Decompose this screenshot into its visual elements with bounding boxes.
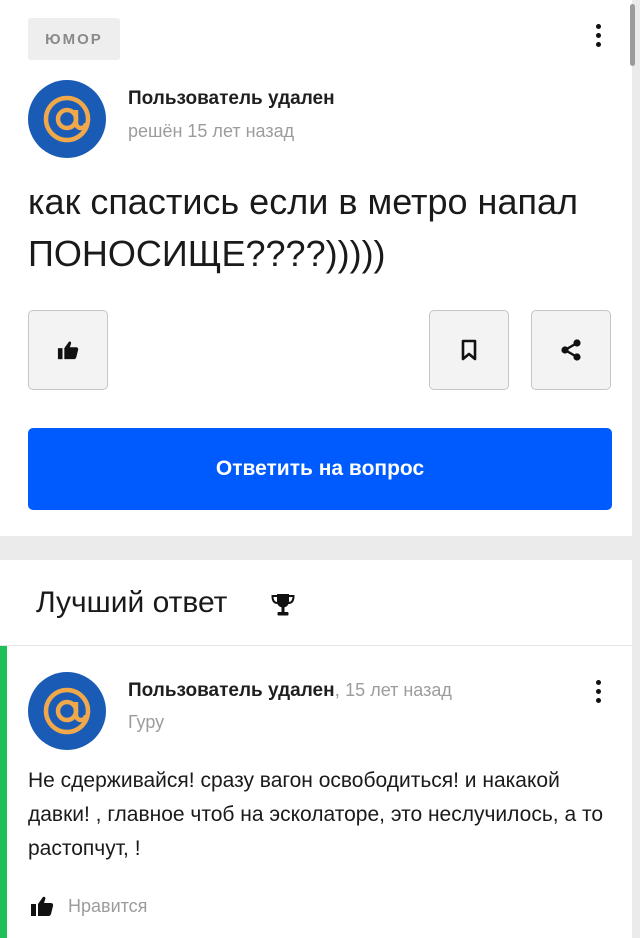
kebab-menu-icon[interactable]	[588, 20, 608, 50]
question-status: решён 15 лет назад	[128, 121, 295, 141]
best-answer-title: Лучший ответ	[36, 586, 228, 619]
share-icon	[561, 339, 581, 361]
answer-author-avatar[interactable]	[28, 672, 106, 750]
answer-time: 15 лет назад	[345, 680, 452, 700]
question-text: как спастись если в метро напал ПОНОСИЩЕ…	[28, 181, 578, 274]
answer-author-rank: Гуру	[128, 712, 165, 732]
like-label: Нравится	[68, 895, 148, 916]
at-icon	[43, 95, 91, 143]
question-card: ЮМОР Пользователь удален решён 15 лет на…	[0, 0, 632, 536]
trophy-icon	[271, 594, 295, 616]
bookmark-icon	[461, 339, 477, 361]
thumbs-up-icon	[57, 341, 79, 360]
category-tag[interactable]: ЮМОР	[28, 18, 120, 60]
answer-author-line: Пользователь удален, 15 лет назад	[128, 680, 452, 702]
like-button[interactable]	[28, 310, 108, 390]
best-answer-accent-bar	[0, 646, 7, 938]
at-icon	[43, 687, 91, 735]
author-name[interactable]: Пользователь удален	[128, 88, 335, 110]
best-answer-card: Лучший ответ Пользователь удален, 15 лет…	[0, 560, 632, 938]
answer-like-button[interactable]: Нравится	[30, 894, 147, 918]
scrollbar[interactable]	[630, 4, 635, 66]
bookmark-button[interactable]	[429, 310, 509, 390]
answer-author-name[interactable]: Пользователь удален	[128, 680, 335, 701]
author-avatar[interactable]	[28, 80, 106, 158]
answer-separator: ,	[334, 680, 340, 701]
answer-question-button[interactable]: Ответить на вопрос	[28, 428, 612, 510]
best-answer-header: Лучший ответ	[0, 560, 632, 646]
thumbs-up-icon	[31, 896, 54, 916]
answer-text: Не сдерживайся! сразу вагон освободиться…	[28, 769, 604, 860]
answer-kebab-menu-icon[interactable]	[588, 676, 608, 706]
share-button[interactable]	[531, 310, 611, 390]
